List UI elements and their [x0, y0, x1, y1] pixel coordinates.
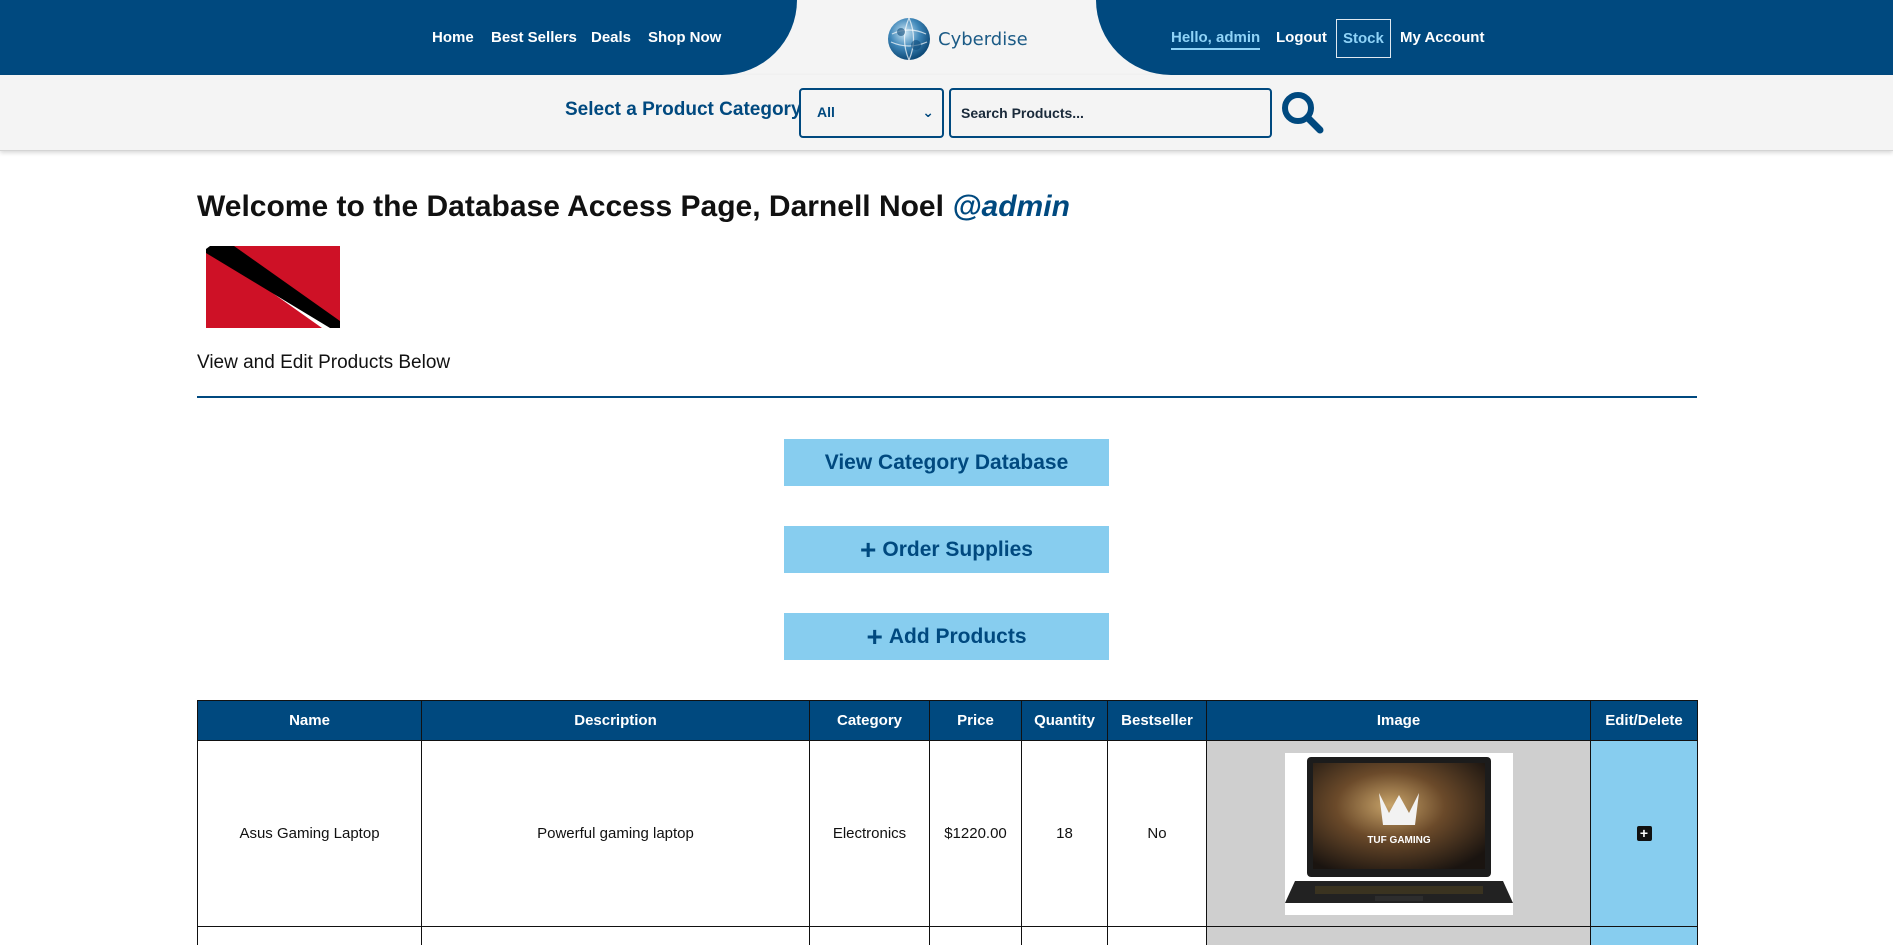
column-header-quantity: Quantity — [1021, 700, 1108, 741]
product-image: TUF GAMING — [1284, 752, 1513, 915]
cell-category-empty — [809, 926, 930, 945]
cell-price-empty — [929, 926, 1022, 945]
column-header-bestseller: Bestseller — [1107, 700, 1207, 741]
column-header-name: Name — [197, 700, 422, 741]
cell-category: Electronics — [809, 740, 930, 927]
search-input[interactable] — [949, 88, 1272, 138]
plus-icon: + — [866, 620, 883, 652]
products-table: Name Description Category Price Quantity… — [197, 700, 1698, 945]
view-category-database-button[interactable]: View Category Database — [784, 439, 1109, 486]
add-products-label: Add Products — [888, 624, 1027, 648]
user-handle: @admin — [952, 190, 1070, 223]
nav-shop-now-link[interactable]: Shop Now — [648, 29, 721, 46]
nav-home-link[interactable]: Home — [432, 29, 474, 46]
country-flag-image — [206, 246, 340, 328]
cell-description: Powerful gaming laptop — [421, 740, 810, 927]
cell-edit-delete: + — [1590, 740, 1698, 927]
table-row — [197, 926, 1698, 945]
cell-bestseller-empty — [1107, 926, 1207, 945]
section-divider — [197, 396, 1697, 398]
stock-link[interactable]: Stock — [1336, 19, 1391, 58]
column-header-edit-delete: Edit/Delete — [1590, 700, 1698, 741]
order-supplies-label: Order Supplies — [882, 537, 1033, 561]
category-label: Select a Product Category — [565, 99, 802, 120]
cell-price: $1220.00 — [929, 740, 1022, 927]
column-header-category: Category — [809, 700, 930, 741]
search-bar: Select a Product Category All ⌄ — [0, 75, 1893, 151]
brand-name: Cyberdise — [938, 28, 1028, 50]
logout-link[interactable]: Logout — [1276, 29, 1327, 46]
cell-quantity: 18 — [1021, 740, 1108, 927]
order-supplies-button[interactable]: + Order Supplies — [784, 526, 1109, 573]
column-header-image: Image — [1206, 700, 1591, 741]
cell-name: Asus Gaming Laptop — [197, 740, 422, 927]
table-header-row: Name Description Category Price Quantity… — [197, 700, 1698, 741]
globe-logo-icon — [888, 17, 930, 61]
top-header: Home Best Sellers Deals Shop Now Cyberdi… — [0, 0, 1893, 75]
view-category-label: View Category Database — [824, 450, 1069, 474]
edit-plus-icon[interactable]: + — [1636, 826, 1652, 841]
cell-bestseller: No — [1107, 740, 1207, 927]
table-row: Asus Gaming Laptop Powerful gaming lapto… — [197, 740, 1698, 927]
nav-deals-link[interactable]: Deals — [591, 29, 631, 46]
page-subtitle: View and Edit Products Below — [197, 352, 451, 373]
category-select[interactable]: All ⌄ — [799, 88, 944, 138]
search-icon[interactable] — [1279, 89, 1325, 135]
chevron-down-icon: ⌄ — [922, 104, 934, 120]
my-account-link[interactable]: My Account — [1400, 29, 1484, 46]
cell-edit-delete-partial — [1590, 926, 1698, 945]
cell-image-partial — [1206, 926, 1591, 945]
column-header-description: Description — [421, 700, 810, 741]
cell-image: TUF GAMING — [1206, 740, 1591, 927]
category-selected-value: All — [817, 104, 835, 120]
cell-quantity-empty — [1021, 926, 1108, 945]
add-products-button[interactable]: + Add Products — [784, 613, 1109, 660]
nav-best-sellers-link[interactable]: Best Sellers — [491, 29, 577, 46]
cell-description-empty — [421, 926, 810, 945]
cell-name-empty — [197, 926, 422, 945]
product-image-label: TUF GAMING — [1367, 835, 1431, 846]
column-header-price: Price — [929, 700, 1022, 741]
welcome-text: Welcome to the Database Access Page, Dar… — [197, 190, 944, 223]
plus-icon: + — [860, 533, 877, 565]
hello-user-link[interactable]: Hello, admin — [1171, 29, 1261, 50]
brand-logo[interactable]: Cyberdise — [886, 15, 1028, 63]
page-title: Welcome to the Database Access Page, Dar… — [197, 190, 1070, 224]
